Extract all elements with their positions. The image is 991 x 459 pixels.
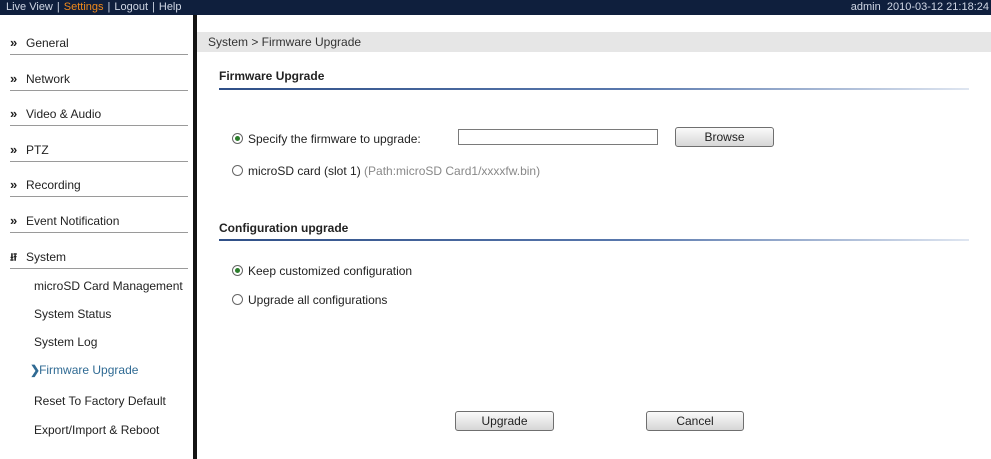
sidebar-section-video-audio[interactable]: » Video & Audio [10, 101, 188, 126]
session-info: admin 2010-03-12 21:18:24 [851, 0, 989, 15]
firmware-heading-rule [219, 88, 969, 90]
top-nav: Live View | Settings | Logout | Help [6, 0, 182, 15]
breadcrumb-bar: System > Firmware Upgrade [197, 32, 991, 52]
sidebar-section-label: System [26, 250, 67, 264]
nav-separator: | [107, 1, 111, 13]
sidebar-section-event-notification[interactable]: » Event Notification [10, 208, 188, 233]
firmware-file-field[interactable] [458, 129, 658, 145]
sidebar-item-system-log[interactable]: System Log [34, 335, 97, 349]
top-bar: Live View | Settings | Logout | Help admin 201… [0, 0, 991, 15]
sidebar-item-reset-factory-default[interactable]: Reset To Factory Default [34, 394, 166, 408]
upgrade-button[interactable]: Upgrade [455, 411, 554, 431]
user-name: admin [850, 1, 881, 13]
browse-button[interactable]: Browse [675, 127, 774, 147]
double-chevron-right-icon: » [10, 35, 17, 50]
sidebar-section-network[interactable]: » Network [10, 66, 188, 91]
nav-settings[interactable]: Settings [64, 0, 104, 15]
upgrade-all-configurations-label: Upgrade all configurations [248, 293, 388, 307]
sidebar-section-system[interactable]: ⭿ System [10, 244, 188, 269]
breadcrumb: System > Firmware Upgrade [208, 35, 362, 49]
sidebar-section-label: Recording [26, 178, 81, 192]
sidebar-section-ptz[interactable]: » PTZ [10, 137, 188, 162]
sidebar-section-general[interactable]: » General [10, 30, 188, 55]
sidebar-item-export-import-reboot[interactable]: Export/Import & Reboot [34, 423, 159, 437]
sidebar-section-recording[interactable]: » Recording [10, 172, 188, 197]
datetime: 2010-03-12 21:18:24 [886, 1, 989, 13]
sidebar-item-microsd-card-management[interactable]: microSD Card Management [34, 279, 183, 293]
nav-logout[interactable]: Logout [114, 0, 148, 15]
sidebar: » General » Network » Video & Audio » PTZ » R… [0, 15, 193, 459]
double-chevron-right-icon: » [10, 142, 17, 157]
double-chevron-right-icon: » [10, 71, 17, 86]
double-chevron-right-icon: » [10, 106, 17, 121]
configuration-upgrade-heading: Configuration upgrade [219, 221, 349, 235]
sidebar-section-label: Video & Audio [26, 107, 102, 121]
double-chevron-right-icon: » [10, 177, 17, 192]
sidebar-divider [193, 15, 197, 459]
double-chevron-down-icon: ⭿ [10, 252, 18, 264]
microsd-card-label: microSD card (slot 1) (Path:microSD Card… [248, 164, 540, 178]
radio-specify-firmware[interactable] [232, 133, 243, 144]
sidebar-item-label: Firmware Upgrade [39, 363, 139, 377]
sidebar-section-label: PTZ [26, 143, 49, 157]
sidebar-item-firmware-upgrade[interactable]: ❯Firmware Upgrade [30, 363, 138, 377]
firmware-upgrade-heading: Firmware Upgrade [219, 69, 325, 83]
nav-separator: | [56, 1, 60, 13]
microsd-card-path: (Path:microSD Card1/xxxxfw.bin) [364, 164, 541, 178]
configuration-heading-rule [219, 239, 969, 241]
specify-firmware-label: Specify the firmware to upgrade: [248, 132, 421, 146]
sidebar-section-label: Network [26, 72, 71, 86]
cancel-button[interactable]: Cancel [646, 411, 744, 431]
keep-configuration-label: Keep customized configuration [248, 264, 413, 278]
chevron-right-icon: ❯ [30, 363, 40, 377]
sidebar-section-label: Event Notification [26, 214, 120, 228]
radio-microsd-card[interactable] [232, 165, 243, 176]
radio-keep-configuration[interactable] [232, 265, 243, 276]
sidebar-section-label: General [26, 36, 69, 50]
radio-upgrade-all-configurations[interactable] [232, 294, 243, 305]
nav-separator: | [152, 1, 155, 13]
sidebar-item-system-status[interactable]: System Status [34, 307, 111, 321]
nav-live-view[interactable]: Live View [6, 0, 53, 15]
microsd-card-option-text: microSD card (slot 1) [248, 164, 361, 178]
nav-help[interactable]: Help [159, 0, 182, 15]
double-chevron-right-icon: » [10, 213, 17, 228]
